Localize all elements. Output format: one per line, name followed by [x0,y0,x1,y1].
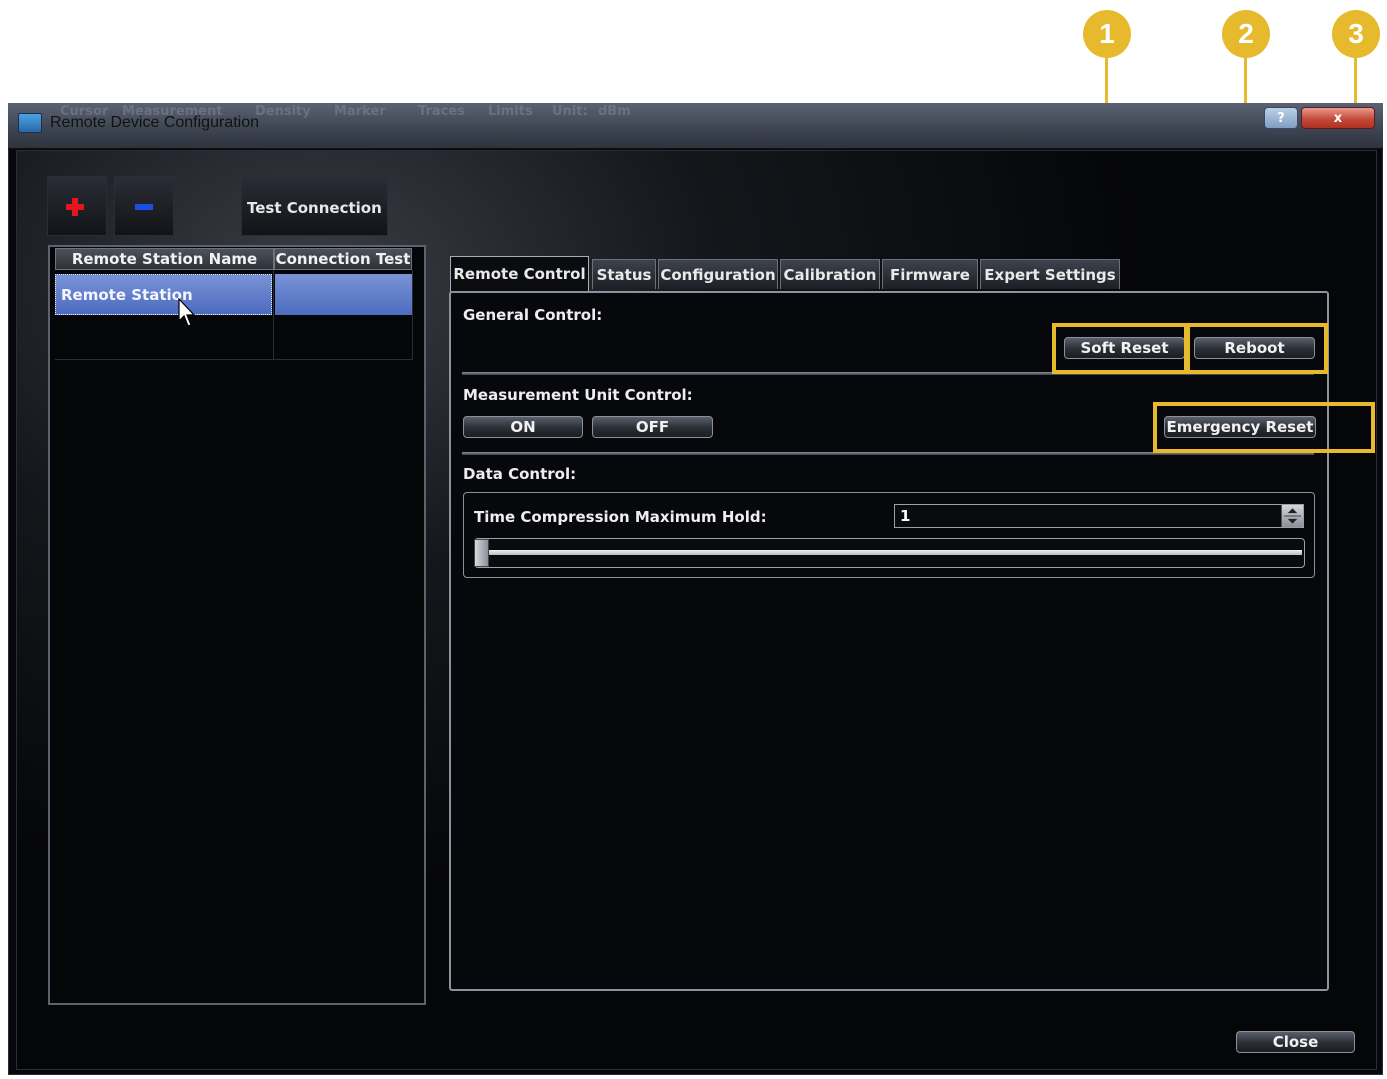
time-compression-value: 1 [900,507,911,525]
station-name-cell: Remote Station [61,286,193,304]
slider-thumb[interactable] [474,539,489,567]
background-menu-item: Traces [418,104,465,119]
data-control-heading: Data Control: [463,465,577,483]
tab-firmware[interactable]: Firmware [882,259,978,289]
tab-status[interactable]: Status [592,259,656,289]
unit-on-button[interactable]: ON [463,416,583,438]
plus-icon [66,198,84,216]
unit-off-button[interactable]: OFF [592,416,713,438]
close-button[interactable]: Close [1236,1031,1355,1053]
column-header-name[interactable]: Remote Station Name [55,248,274,270]
grid-divider [412,270,413,360]
time-compression-label: Time Compression Maximum Hold: [474,508,767,526]
callout-marker-1: 1 [1083,10,1131,58]
help-button[interactable]: ? [1264,107,1298,129]
tab-configuration[interactable]: Configuration [658,259,778,289]
background-menu-item: Density [255,104,311,119]
column-header-connection-test[interactable]: Connection Test [274,248,412,270]
background-menu-item: Unit: [552,104,588,119]
measurement-unit-control-heading: Measurement Unit Control: [463,386,693,404]
grid-divider [273,270,274,360]
app-icon [18,113,42,133]
window-close-button[interactable]: x [1301,107,1375,129]
grid-divider [55,359,412,360]
background-menu-item: Limits [488,104,533,119]
slider-rail [480,550,1302,555]
callout-marker-3: 3 [1332,10,1380,58]
tab-expert-settings[interactable]: Expert Settings [980,259,1120,289]
tab-calibration[interactable]: Calibration [780,259,880,289]
mouse-cursor-icon [178,298,196,327]
highlight-box-emergency-reset [1153,402,1375,453]
window-title: Remote Device Configuration [50,114,259,131]
highlight-box-reboot [1186,323,1328,374]
general-control-heading: General Control: [463,306,603,324]
table-cell-connection-test[interactable] [275,274,412,315]
test-connection-label: Test Connection [247,199,382,217]
spinner-arrows-icon[interactable] [1281,505,1303,527]
background-menu-item: dBm [598,104,631,119]
tab-remote-control[interactable]: Remote Control [450,256,589,292]
minus-icon [135,204,153,210]
background-menu-item: Marker [334,104,386,119]
time-compression-input[interactable] [894,504,1304,528]
highlight-box-soft-reset [1052,323,1188,374]
callout-marker-2: 2 [1222,10,1270,58]
